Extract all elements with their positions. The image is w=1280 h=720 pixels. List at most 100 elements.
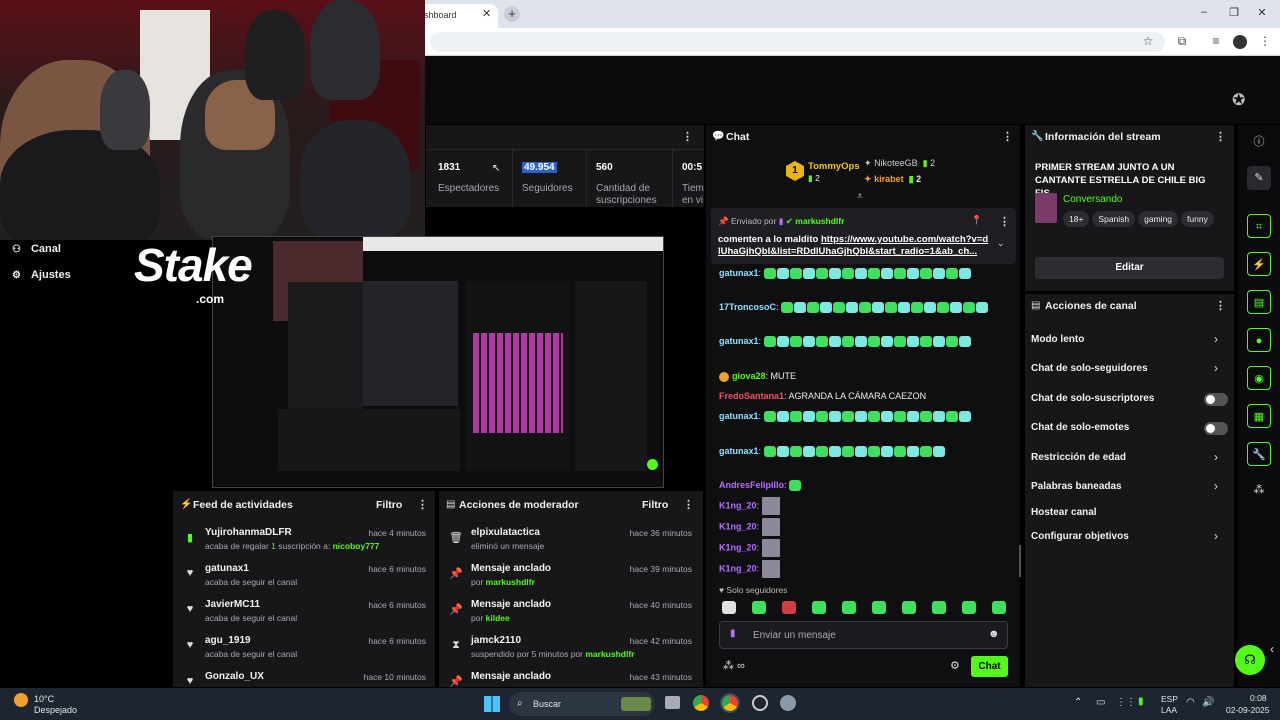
chat-username[interactable]: giova28 xyxy=(732,371,766,381)
channel-action-item[interactable]: Chat de solo-emotes xyxy=(1031,422,1129,433)
chevron-right-icon[interactable]: › xyxy=(1214,479,1218,493)
leader-1-name[interactable]: TommyOps xyxy=(808,161,860,172)
chat-username[interactable]: K1ng_20 xyxy=(719,563,757,573)
language-indicator[interactable]: ESP xyxy=(1161,694,1178,704)
volume-icon[interactable]: 🔊 xyxy=(1202,697,1214,708)
chevron-left-icon[interactable]: ‹ xyxy=(1270,642,1274,656)
chevron-right-icon[interactable]: › xyxy=(1214,450,1218,464)
info-icon[interactable]: ⓘ xyxy=(1247,130,1271,154)
feed-row-name[interactable]: gatunax1 xyxy=(205,563,249,574)
settings-app-icon[interactable] xyxy=(780,695,796,711)
emote-picker-icon[interactable] xyxy=(992,601,1006,614)
emote-picker-icon[interactable] xyxy=(812,601,826,614)
chevron-right-icon[interactable]: › xyxy=(1214,529,1218,543)
chat-username[interactable]: gatunax1 xyxy=(719,336,759,346)
toggle-switch[interactable] xyxy=(1204,422,1228,435)
emote-picker-icon[interactable] xyxy=(962,601,976,614)
channel-actions-menu-icon[interactable]: ⋮ xyxy=(1215,299,1226,312)
weather-icon[interactable] xyxy=(14,693,28,707)
chat-username[interactable]: K1ng_20 xyxy=(719,500,757,510)
chat-scrollbar[interactable] xyxy=(1019,545,1021,577)
extensions-icon[interactable]: ⧉ xyxy=(1174,34,1190,49)
chat-username[interactable]: gatunax1 xyxy=(719,411,759,421)
emote-picker-icon[interactable] xyxy=(872,601,886,614)
moderator-user-link[interactable]: markushdlfr xyxy=(585,649,634,659)
chevron-down-icon[interactable]: ⌄ xyxy=(997,238,1005,249)
emote-picker-icon[interactable] xyxy=(722,601,736,614)
edit-icon[interactable]: ✎ xyxy=(1247,166,1271,190)
tray-chevron-icon[interactable]: ⌃ xyxy=(1074,697,1082,708)
close-window-button[interactable]: ✕ xyxy=(1252,6,1272,19)
feed-row-name[interactable]: Gonzalo_UX xyxy=(205,671,264,682)
profile-avatar[interactable] xyxy=(1233,35,1247,49)
channel-action-item[interactable]: Chat de solo-seguidores xyxy=(1031,363,1148,374)
clock-time[interactable]: 0:08 xyxy=(1250,693,1267,703)
chrome-icon[interactable] xyxy=(693,695,709,711)
media-icon[interactable]: ≡ xyxy=(1208,34,1224,48)
emote-picker-icon[interactable] xyxy=(842,601,856,614)
microphone-icon[interactable]: ▮ xyxy=(1138,696,1144,707)
chat-send-button[interactable]: Chat xyxy=(971,656,1008,677)
emote-picker-icon[interactable] xyxy=(932,601,946,614)
channel-action-item[interactable]: Modo lento xyxy=(1031,334,1084,345)
chrome-active-icon[interactable] xyxy=(722,695,738,711)
chat-input[interactable]: ▮ Enviar un mensaje ☻ xyxy=(719,621,1008,649)
menu-icon[interactable]: ⋮ xyxy=(1257,34,1273,48)
language-indicator-sub[interactable]: LAA xyxy=(1161,705,1177,715)
leader-2[interactable]: ✦ NikoteeGB ▮ 2 xyxy=(864,158,935,169)
channel-action-item[interactable]: Hostear canal xyxy=(1031,507,1097,518)
chat-username[interactable]: K1ng_20 xyxy=(719,542,757,552)
moderator-row-name[interactable]: jamck2110 xyxy=(471,635,521,646)
chat-bubble-icon[interactable]: ● xyxy=(1247,328,1271,352)
maximize-button[interactable]: ❐ xyxy=(1224,6,1244,19)
moderator-row-name[interactable]: Mensaje anclado xyxy=(471,599,551,610)
document-icon[interactable]: ▤ xyxy=(1247,290,1271,314)
windows-start-icon[interactable] xyxy=(484,696,500,712)
star-icon[interactable]: ☆ xyxy=(1140,34,1156,48)
moderator-user-link[interactable]: kildee xyxy=(486,613,510,623)
moderator-menu-icon[interactable]: ⋮ xyxy=(683,498,694,511)
emote-picker-icon[interactable] xyxy=(782,601,796,614)
emoji-icon[interactable]: ☻ xyxy=(988,628,1000,640)
minimize-button[interactable]: – xyxy=(1194,6,1214,18)
network-icon[interactable]: ⋮⋮ xyxy=(1116,697,1136,708)
moderator-row-name[interactable]: Mensaje anclado xyxy=(471,671,551,682)
feed-row-name[interactable]: YujirohanmaDLFR xyxy=(205,527,292,538)
chat-username[interactable]: FredoSantana1 xyxy=(719,391,784,401)
feed-filter-button[interactable]: Filtro xyxy=(376,499,402,511)
wifi-icon[interactable]: ◠ xyxy=(1186,697,1195,708)
stream-category[interactable]: Conversando xyxy=(1063,194,1122,205)
file-explorer-icon[interactable] xyxy=(665,696,680,709)
chat-settings-icon[interactable]: ⚙ xyxy=(950,659,960,672)
chat-username[interactable]: K1ng_20 xyxy=(719,521,757,531)
emote-picker-icon[interactable] xyxy=(902,601,916,614)
user-avatar-icon[interactable]: ✪ xyxy=(1232,90,1245,110)
channel-action-item[interactable]: Configurar objetivos xyxy=(1031,531,1129,542)
address-bar[interactable] xyxy=(430,32,1165,52)
feed-row-name[interactable]: agu_1919 xyxy=(205,635,251,646)
leader-3[interactable]: ✦ kirabet ▮ 2 xyxy=(864,174,921,185)
chat-username[interactable]: AndresFelipillo xyxy=(719,480,784,490)
layout-icon[interactable]: ▦ xyxy=(1247,404,1271,428)
chat-username[interactable]: 17TroncosoC xyxy=(719,302,776,312)
crop-icon[interactable]: ⌗ xyxy=(1247,214,1271,238)
moderator-row-name[interactable]: Mensaje anclado xyxy=(471,563,551,574)
stats-menu-icon[interactable]: ⋮ xyxy=(682,130,693,143)
tab-close-icon[interactable]: ✕ xyxy=(482,7,491,20)
obs-icon[interactable] xyxy=(752,695,768,711)
sidebar-item-canal[interactable]: ⚇ Canal xyxy=(12,243,61,255)
weather-temp[interactable]: 10°C xyxy=(34,694,54,704)
wrench-icon[interactable]: 🔧 xyxy=(1247,442,1271,466)
weather-desc[interactable]: Despejado xyxy=(34,705,77,715)
stream-info-menu-icon[interactable]: ⋮ xyxy=(1215,130,1226,143)
support-icon[interactable]: ☊ xyxy=(1235,645,1265,675)
channel-action-item[interactable]: Chat de solo-suscriptores xyxy=(1031,393,1154,404)
unpin-icon[interactable]: 📍 xyxy=(971,215,982,226)
clock-date[interactable]: 02-09-2025 xyxy=(1226,705,1269,715)
lightning-icon[interactable]: ⚡ xyxy=(1247,252,1271,276)
feed-row-name[interactable]: JavierMC11 xyxy=(205,599,260,610)
new-tab-button[interactable]: + xyxy=(504,6,520,22)
gift-recipient-link[interactable]: nicoboy777 xyxy=(333,541,380,551)
moderator-row-name[interactable]: elpixulatactica xyxy=(471,527,540,538)
chevron-right-icon[interactable]: › xyxy=(1214,332,1218,346)
